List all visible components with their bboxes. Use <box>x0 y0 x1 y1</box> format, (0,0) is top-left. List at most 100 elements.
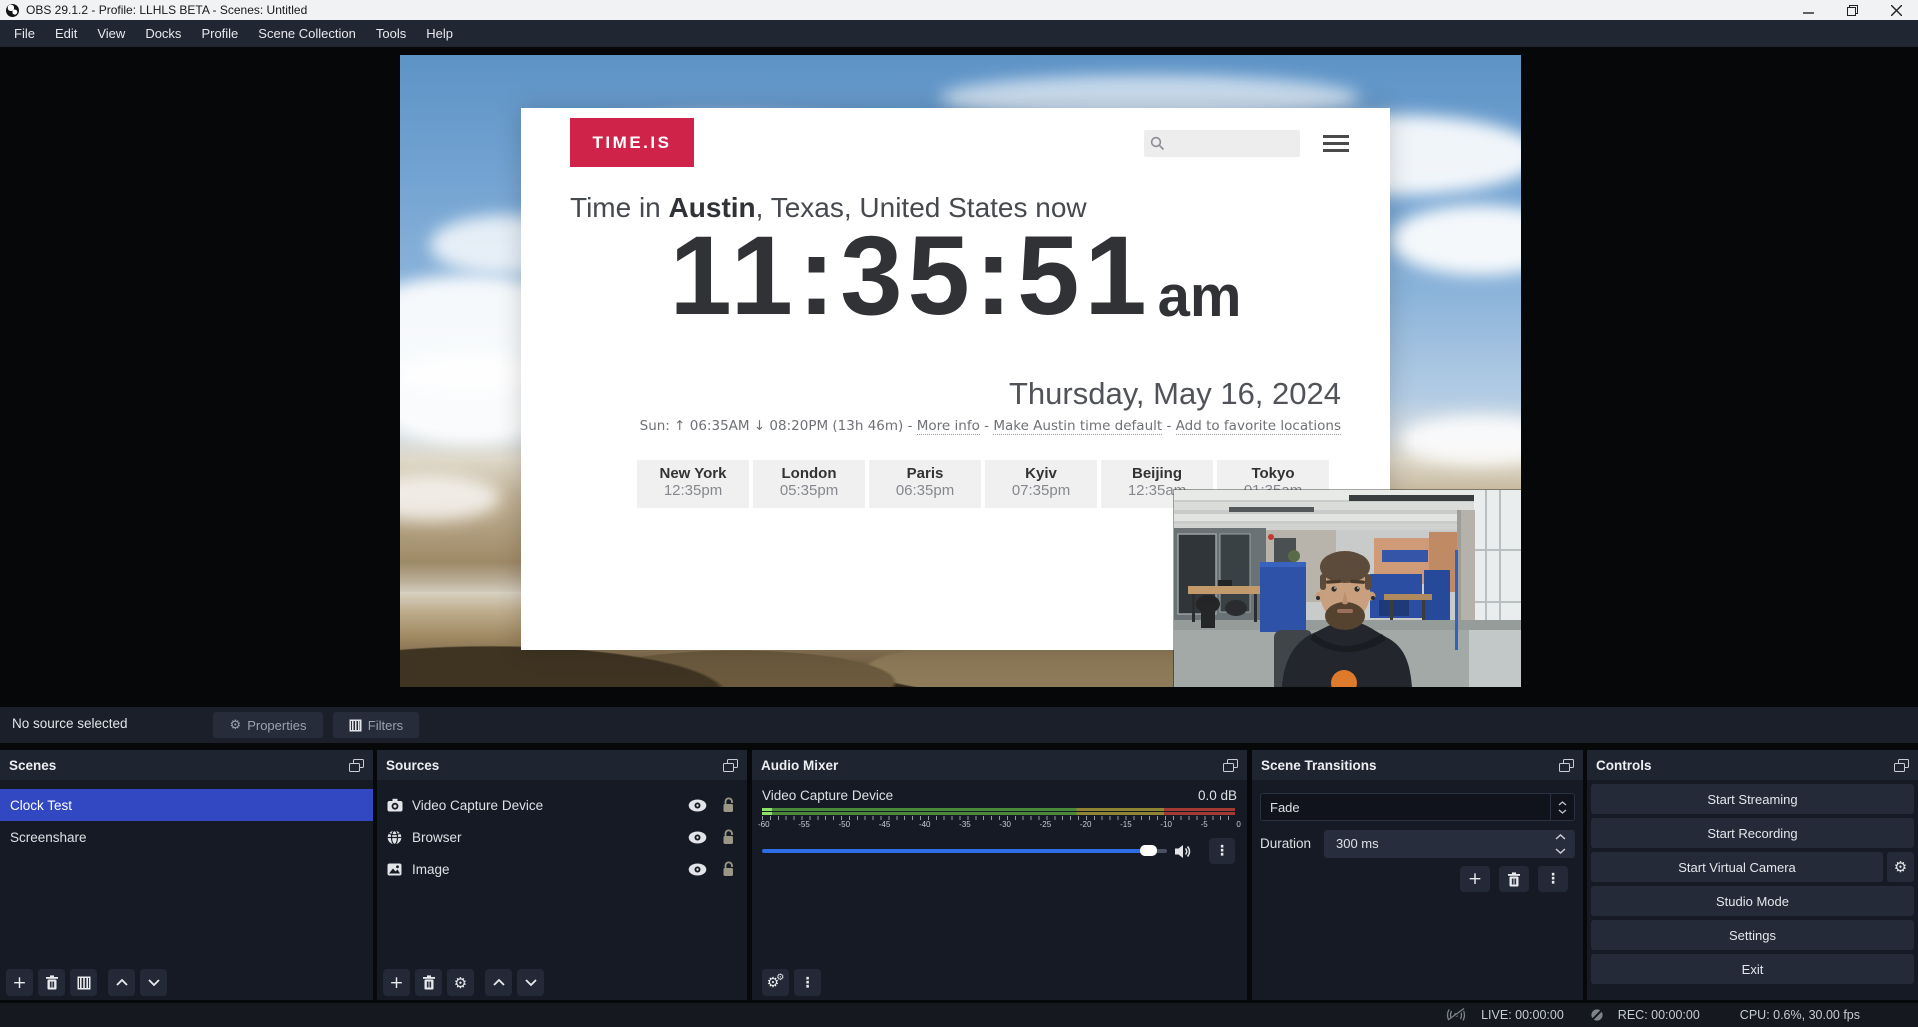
filters-label: Filters <box>368 718 403 733</box>
popout-icon[interactable] <box>1559 759 1574 772</box>
source-move-down-button[interactable] <box>517 969 544 996</box>
chevron-down-icon <box>1558 809 1567 814</box>
scene-filters-button[interactable] <box>70 969 97 996</box>
virtual-camera-config-button[interactable]: ⚙ <box>1887 852 1914 882</box>
menu-edit[interactable]: Edit <box>45 22 87 45</box>
add-transition-button[interactable]: + <box>1460 866 1490 892</box>
sources-dock-header[interactable]: Sources <box>377 750 747 780</box>
lock-open-icon[interactable] <box>721 829 735 845</box>
trash-icon <box>45 975 59 990</box>
spin-down-icon[interactable] <box>1555 848 1566 854</box>
source-item-video-capture[interactable]: Video Capture Device <box>377 789 747 821</box>
exit-button[interactable]: Exit <box>1591 954 1914 984</box>
lock-open-icon[interactable] <box>721 797 735 813</box>
close-button[interactable] <box>1874 0 1918 20</box>
speaker-icon[interactable] <box>1175 844 1192 859</box>
start-recording-button[interactable]: Start Recording <box>1591 818 1914 848</box>
menu-help[interactable]: Help <box>416 22 463 45</box>
source-label: Video Capture Device <box>412 798 543 813</box>
globe-icon <box>387 830 402 845</box>
rec-inactive-icon <box>1590 1008 1604 1022</box>
menu-docks[interactable]: Docks <box>135 22 191 45</box>
separator: - <box>1166 418 1171 434</box>
menu-view[interactable]: View <box>87 22 135 45</box>
volume-slider-handle[interactable] <box>1140 845 1157 856</box>
add-source-button[interactable]: + <box>383 969 410 996</box>
filter-icon <box>77 976 91 990</box>
city-name: Tokyo <box>1217 465 1329 482</box>
webcam-overlay[interactable] <box>1174 490 1521 687</box>
heading-prefix: Time in <box>570 192 669 223</box>
eye-visible-icon[interactable] <box>688 863 707 876</box>
add-scene-button[interactable]: + <box>6 969 33 996</box>
restore-button[interactable] <box>1830 0 1874 20</box>
eye-visible-icon[interactable] <box>688 799 707 812</box>
source-item-image[interactable]: Image <box>377 853 747 885</box>
popout-icon[interactable] <box>349 759 364 772</box>
city-box: London05:35pm <box>753 460 865 508</box>
mixer-channel-menu-button[interactable]: ⋮ <box>1209 838 1235 864</box>
sun-info-line: Sun: ↑ 06:35AM ↓ 08:20PM (13h 46m) - Mor… <box>640 418 1341 434</box>
double-gear-icon: ⚙ <box>767 975 780 991</box>
advanced-audio-button[interactable]: ⚙⚙ <box>762 969 789 996</box>
filters-button[interactable]: Filters <box>333 712 419 738</box>
scene-item-screenshare[interactable]: Screenshare <box>0 821 373 853</box>
city-name: Kyiv <box>985 465 1097 482</box>
rec-time: REC: 00:00:00 <box>1618 1008 1700 1022</box>
sources-title: Sources <box>386 758 439 773</box>
menu-file[interactable]: File <box>4 22 45 45</box>
hamburger-menu-icon <box>1323 135 1349 156</box>
gear-icon: ⚙ <box>1894 858 1907 876</box>
remove-scene-button[interactable] <box>38 969 65 996</box>
scene-move-up-button[interactable] <box>108 969 135 996</box>
eye-visible-icon[interactable] <box>688 831 707 844</box>
audio-mixer-title: Audio Mixer <box>761 758 838 773</box>
remove-source-button[interactable] <box>415 969 442 996</box>
popout-icon[interactable] <box>723 759 738 772</box>
scene-item-clock-test[interactable]: Clock Test <box>0 789 373 821</box>
start-streaming-button[interactable]: Start Streaming <box>1591 784 1914 814</box>
popout-icon[interactable] <box>1894 759 1909 772</box>
settings-button[interactable]: Settings <box>1591 920 1914 950</box>
start-virtual-camera-button[interactable]: Start Virtual Camera <box>1591 852 1883 882</box>
audio-mixer-dock-header[interactable]: Audio Mixer <box>752 750 1247 780</box>
restore-icon <box>1847 5 1858 16</box>
duration-spinbox[interactable]: 300 ms <box>1324 830 1575 858</box>
studio-mode-button[interactable]: Studio Mode <box>1591 886 1914 916</box>
preview-canvas[interactable]: TIME.IS Time in Austin, Texas, United St… <box>400 55 1521 687</box>
gear-icon: ⚙ <box>230 718 242 733</box>
scenes-dock-header[interactable]: Scenes <box>0 750 373 780</box>
make-default-link: Make Austin time default <box>993 418 1162 435</box>
menu-tools[interactable]: Tools <box>366 22 416 45</box>
controls-dock-header[interactable]: Controls <box>1587 750 1918 780</box>
filter-icon <box>349 719 362 732</box>
scene-move-down-button[interactable] <box>140 969 167 996</box>
transitions-title: Scene Transitions <box>1261 758 1377 773</box>
tick-label: -40 <box>919 820 931 829</box>
transition-menu-button[interactable]: ⋮ <box>1538 866 1568 892</box>
clock-digits: 11:35:51 <box>670 220 1152 332</box>
trash-icon <box>1507 872 1521 887</box>
tick-label: -50 <box>838 820 850 829</box>
properties-button[interactable]: ⚙ Properties <box>213 712 323 738</box>
volume-slider[interactable] <box>762 849 1167 853</box>
obs-logo-icon <box>6 4 19 17</box>
date-display: Thursday, May 16, 2024 <box>1009 376 1341 412</box>
spin-up-icon[interactable] <box>1555 834 1566 840</box>
source-item-browser[interactable]: Browser <box>377 821 747 853</box>
mixer-menu-button[interactable]: ⋮ <box>794 969 821 996</box>
source-move-up-button[interactable] <box>485 969 512 996</box>
popout-icon[interactable] <box>1223 759 1238 772</box>
remove-transition-button[interactable] <box>1499 866 1529 892</box>
minimize-button[interactable] <box>1786 0 1830 20</box>
transitions-dock-header[interactable]: Scene Transitions <box>1252 750 1583 780</box>
source-properties-button[interactable]: ⚙ <box>447 969 474 996</box>
lock-open-icon[interactable] <box>721 861 735 877</box>
menu-profile[interactable]: Profile <box>191 22 248 45</box>
menu-scene-collection[interactable]: Scene Collection <box>248 22 366 45</box>
cloud <box>1390 205 1521 275</box>
city-box: Kyiv07:35pm <box>985 460 1097 508</box>
controls-dock: Controls Start Streaming Start Recording… <box>1587 750 1918 1000</box>
transition-select[interactable]: Fade <box>1260 793 1575 821</box>
controls-title: Controls <box>1596 758 1652 773</box>
